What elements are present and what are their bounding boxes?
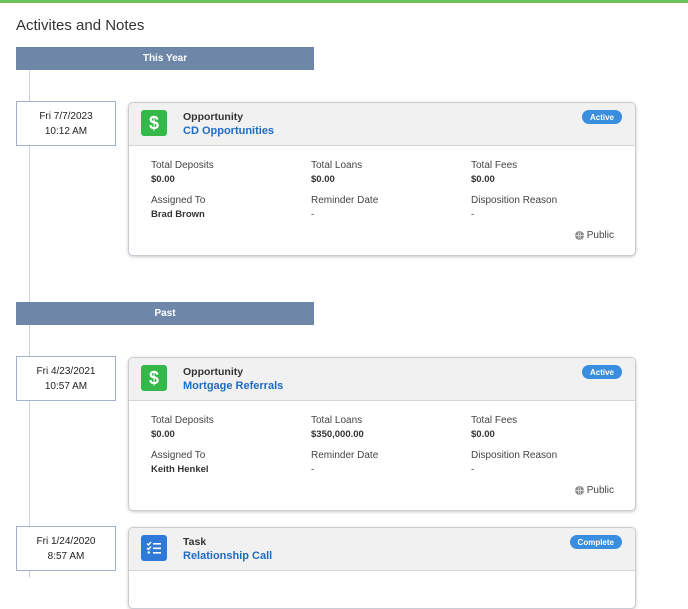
total-loans-label: Total Loans [311, 160, 363, 171]
disposition-reason-label: Disposition Reason [471, 195, 558, 206]
assigned-to-label: Assigned To [151, 450, 206, 461]
dollar-icon: $ [141, 365, 167, 391]
entry-date-box: Fri 4/23/2021 10:57 AM [16, 356, 116, 401]
total-deposits-label: Total Deposits [151, 415, 214, 426]
section-header-this-year: This Year [16, 47, 314, 70]
globe-icon [574, 231, 584, 240]
entry-date: Fri 4/23/2021 [36, 365, 96, 377]
total-loans-value: $350,000.00 [311, 429, 364, 440]
total-fees-label: Total Fees [471, 415, 518, 426]
reminder-date-label: Reminder Date [311, 195, 379, 206]
globe-icon [574, 486, 584, 495]
card-title-link[interactable]: CD Opportunities [183, 125, 274, 137]
total-deposits-value: $0.00 [151, 174, 175, 185]
activity-card[interactable]: $ Opportunity Mortgage Referrals Active … [128, 357, 636, 511]
entry-date: Fri 1/24/2020 [36, 535, 96, 547]
activity-card[interactable]: $ Opportunity CD Opportunities Active To… [128, 102, 636, 256]
reminder-date-label: Reminder Date [311, 450, 379, 461]
total-loans-label: Total Loans [311, 415, 363, 426]
reminder-date-value: - [311, 209, 315, 220]
card-header: $ Opportunity Mortgage Referrals Active [129, 358, 635, 401]
card-type: Task [183, 536, 207, 548]
disposition-reason-label: Disposition Reason [471, 450, 558, 461]
total-deposits-value: $0.00 [151, 429, 175, 440]
top-accent-bar [0, 0, 688, 3]
disposition-reason-value: - [471, 464, 475, 475]
entry-time: 10:12 AM [44, 125, 88, 137]
page-title: Activites and Notes [16, 17, 145, 34]
assigned-to-value: Keith Henkel [151, 464, 209, 475]
card-type: Opportunity [183, 366, 244, 378]
card-header: Task Relationship Call Complete [129, 528, 635, 571]
disposition-reason-value: - [471, 209, 475, 220]
card-title-link[interactable]: Mortgage Referrals [183, 380, 283, 392]
task-list-icon [141, 535, 167, 561]
card-type: Opportunity [183, 111, 244, 123]
entry-date-box: Fri 7/7/2023 10:12 AM [16, 101, 116, 146]
visibility-label: Public [586, 230, 614, 241]
total-loans-value: $0.00 [311, 174, 335, 185]
total-fees-value: $0.00 [471, 429, 495, 440]
entry-time: 8:57 AM [47, 550, 85, 562]
entry-time: 10:57 AM [44, 380, 88, 392]
entry-date-box: Fri 1/24/2020 8:57 AM [16, 526, 116, 571]
entry-date: Fri 7/7/2023 [39, 110, 93, 122]
total-fees-label: Total Fees [471, 160, 518, 171]
activity-card[interactable]: Task Relationship Call Complete [128, 527, 636, 609]
status-badge: Complete [569, 535, 622, 549]
status-badge: Active [581, 110, 622, 124]
section-header-past: Past [16, 302, 314, 325]
card-header: $ Opportunity CD Opportunities Active [129, 103, 635, 146]
card-title-link[interactable]: Relationship Call [183, 550, 272, 562]
dollar-icon: $ [141, 110, 167, 136]
total-fees-value: $0.00 [471, 174, 495, 185]
reminder-date-value: - [311, 464, 315, 475]
status-badge: Active [581, 365, 622, 379]
visibility-indicator: Public [574, 230, 614, 241]
assigned-to-label: Assigned To [151, 195, 206, 206]
visibility-label: Public [586, 485, 614, 496]
total-deposits-label: Total Deposits [151, 160, 214, 171]
visibility-indicator: Public [574, 485, 614, 496]
assigned-to-value: Brad Brown [151, 209, 205, 220]
card-body: Total Deposits $0.00 Total Loans $0.00 T… [129, 146, 635, 255]
card-body: Total Deposits $0.00 Total Loans $350,00… [129, 401, 635, 510]
